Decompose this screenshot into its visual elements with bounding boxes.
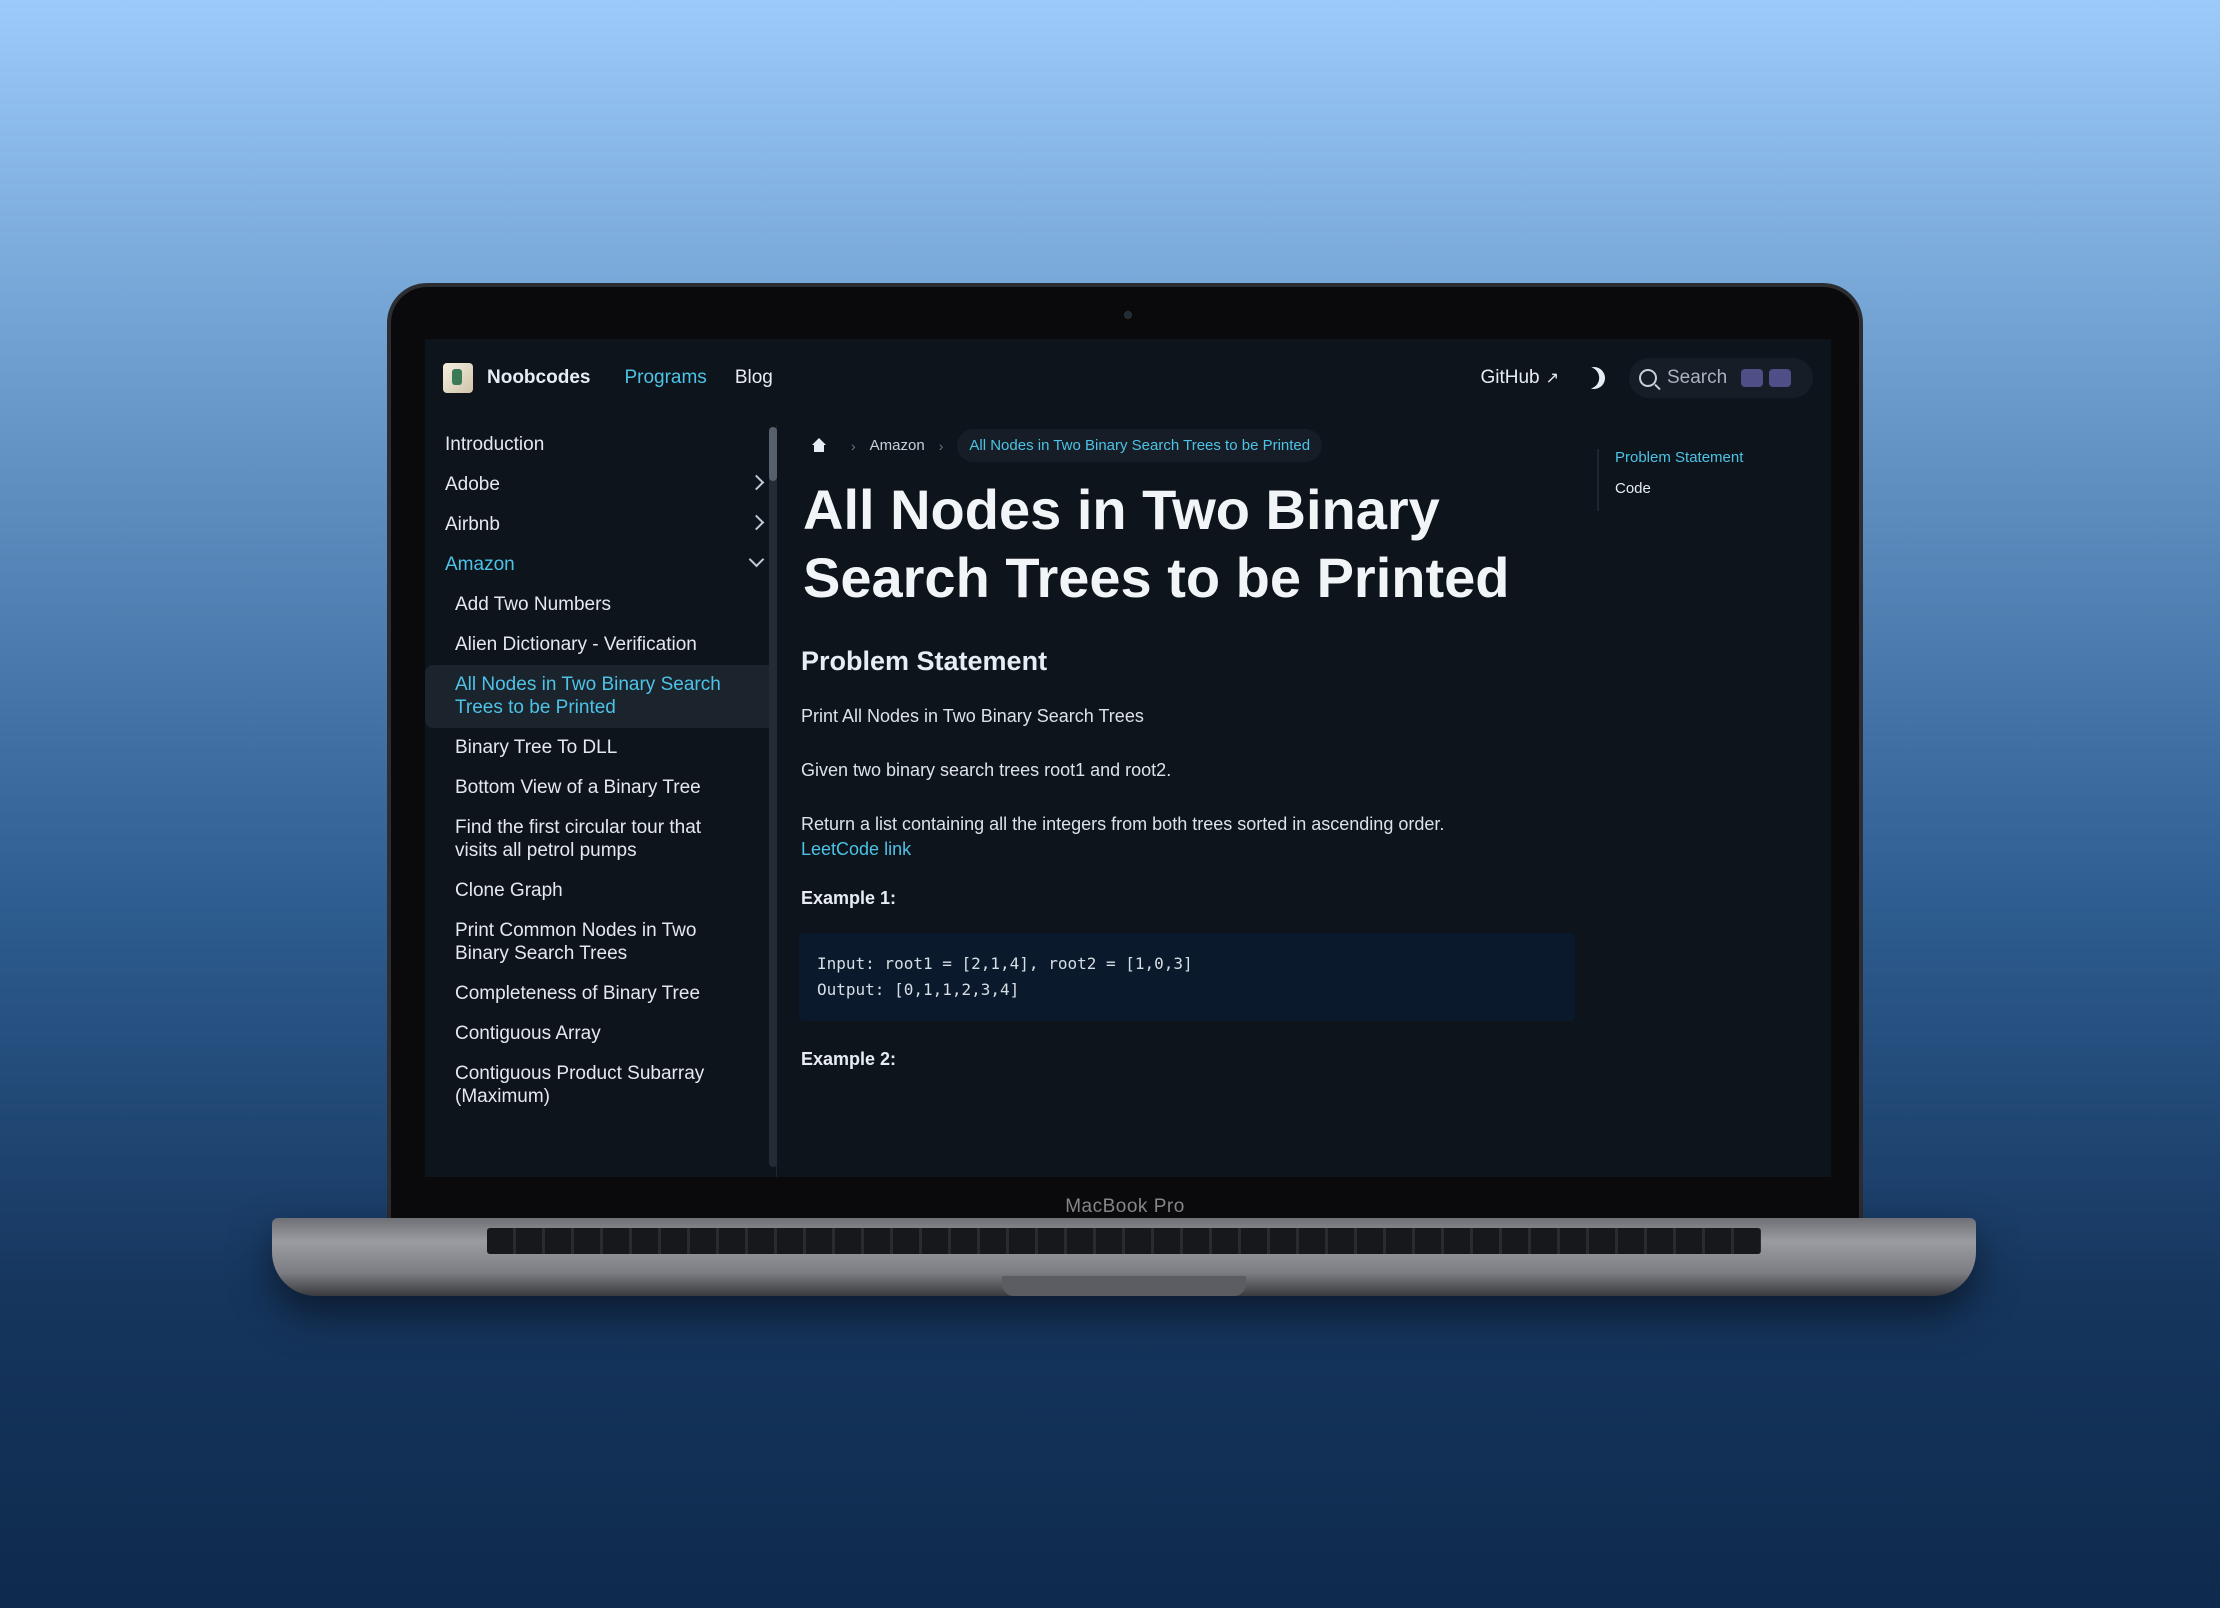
section-heading: Problem Statement [801, 646, 1048, 676]
keyboard [487, 1228, 1761, 1254]
search-placeholder: Search [1667, 367, 1728, 388]
sidebar-item-label: Contiguous Product Subarray (Maximum) [455, 1063, 705, 1107]
keyboard-shortcut-key [1769, 369, 1792, 387]
sidebar-item-label: Binary Tree To DLL [455, 737, 618, 758]
laptop-base [272, 1218, 1976, 1296]
code-block: Input: root1 = [2,1,4], root2 = [1,0,3] … [799, 933, 1575, 1021]
home-icon[interactable] [811, 437, 827, 453]
sidebar-item-all-nodes-bst[interactable]: All Nodes in Two Binary Search Trees to … [425, 665, 776, 728]
sidebar-item-label: Clone Graph [455, 880, 563, 901]
sidebar-item-contiguous-product[interactable]: Contiguous Product Subarray (Maximum) [425, 1054, 776, 1117]
laptop-lid: Noobcodes Programs Blog GitHub ↗ Search [387, 283, 1863, 1223]
brand-title[interactable]: Noobcodes [487, 367, 590, 389]
search-button[interactable]: Search [1629, 358, 1813, 398]
toc-item-problem-statement[interactable]: Problem Statement [1615, 449, 1797, 466]
table-of-contents: Problem Statement Code [1597, 449, 1797, 511]
paragraph: Return a list containing all the integer… [801, 814, 1445, 834]
chevron-right-icon[interactable] [748, 474, 765, 491]
sidebar-item-label: Contiguous Array [455, 1023, 601, 1044]
sidebar-item-adobe[interactable]: Adobe [425, 465, 776, 505]
sidebar-item-label: Introduction [445, 434, 545, 455]
chevron-right-icon: › [938, 437, 944, 454]
sidebar-item-label: Adobe [445, 474, 500, 495]
sidebar-item-label: Add Two Numbers [455, 594, 611, 615]
breadcrumb-parent[interactable]: Amazon [870, 437, 925, 454]
nav-blog[interactable]: Blog [735, 367, 773, 389]
paragraph: Given two binary search trees root1 and … [801, 760, 1172, 780]
sidebar-item-add-two-numbers[interactable]: Add Two Numbers [425, 585, 776, 625]
chevron-down-icon[interactable] [748, 551, 765, 568]
toc-item-code[interactable]: Code [1615, 480, 1797, 497]
github-link[interactable]: GitHub ↗ [1480, 367, 1559, 389]
camera [1124, 311, 1132, 319]
sidebar-item-airbnb[interactable]: Airbnb [425, 505, 776, 545]
sidebar-item-label: Bottom View of a Binary Tree [455, 777, 701, 798]
sidebar-item-alien-dictionary[interactable]: Alien Dictionary - Verification [425, 625, 776, 665]
keyboard-shortcut-key [1741, 369, 1764, 387]
theme-toggle-moon-icon[interactable] [1579, 363, 1609, 393]
sidebar-item-label: All Nodes in Two Binary Search Trees to … [455, 674, 721, 718]
scrollbar-thumb[interactable] [769, 427, 777, 481]
search-icon [1639, 369, 1657, 387]
breadcrumb-current: All Nodes in Two Binary Search Trees to … [957, 429, 1323, 462]
base-notch [1002, 1276, 1246, 1296]
navbar-right: GitHub ↗ Search [1480, 358, 1813, 398]
logo-icon[interactable] [443, 363, 473, 393]
external-link-icon: ↗ [1545, 370, 1559, 387]
navbar: Noobcodes Programs Blog GitHub ↗ Search [425, 339, 1831, 417]
github-label: GitHub [1480, 367, 1540, 388]
sidebar-item-label: Print Common Nodes in Two Binary Search … [455, 920, 697, 964]
sidebar-item-common-nodes[interactable]: Print Common Nodes in Two Binary Search … [425, 911, 776, 974]
page-title: All Nodes in Two Binary Search Trees to … [803, 478, 1510, 609]
sidebar-item-circular-tour[interactable]: Find the first circular tour that visits… [425, 808, 776, 871]
nav-programs[interactable]: Programs [624, 367, 706, 389]
screen: Noobcodes Programs Blog GitHub ↗ Search [425, 339, 1831, 1177]
sidebar-item-label: Amazon [445, 554, 515, 575]
sidebar-item-amazon[interactable]: Amazon [425, 545, 776, 585]
sidebar: Introduction Adobe Airbnb Amazon Add Two… [425, 425, 777, 1177]
sidebar-item-bottom-view[interactable]: Bottom View of a Binary Tree [425, 768, 776, 808]
example-heading: Example 2: [801, 1049, 897, 1069]
sidebar-item-contiguous-array[interactable]: Contiguous Array [425, 1014, 776, 1054]
main-content: › Amazon › All Nodes in Two Binary Searc… [799, 425, 1589, 1177]
chevron-right-icon[interactable] [748, 514, 765, 531]
breadcrumb: › Amazon › All Nodes in Two Binary Searc… [799, 429, 1589, 462]
sidebar-item-binary-tree-dll[interactable]: Binary Tree To DLL [425, 728, 776, 768]
sidebar-item-clone-graph[interactable]: Clone Graph [425, 871, 776, 911]
sidebar-item-label: Airbnb [445, 514, 500, 535]
sidebar-item-completeness[interactable]: Completeness of Binary Tree [425, 974, 776, 1014]
sidebar-item-label: Alien Dictionary - Verification [455, 634, 697, 655]
sidebar-item-label: Find the first circular tour that visits… [455, 817, 702, 861]
sidebar-item-label: Completeness of Binary Tree [455, 983, 701, 1004]
sidebar-scrollbar[interactable] [769, 427, 777, 1167]
sidebar-item-introduction[interactable]: Introduction [425, 425, 776, 465]
chevron-right-icon: › [851, 437, 856, 454]
leetcode-link[interactable]: LeetCode link [801, 839, 1589, 860]
paragraph: Print All Nodes in Two Binary Search Tre… [801, 706, 1144, 726]
example-heading: Example 1: [801, 888, 897, 908]
